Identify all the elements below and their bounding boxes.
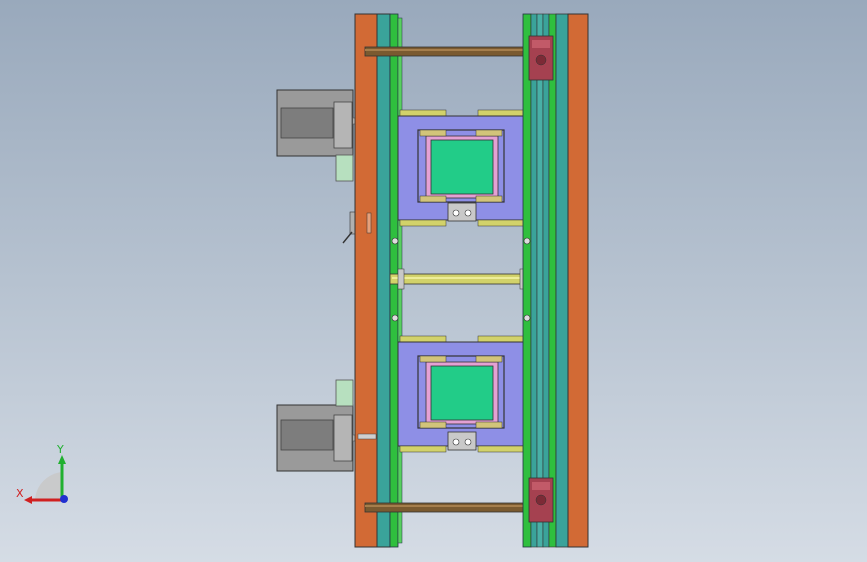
top-motor-bracket <box>335 154 354 182</box>
z-axis-dot <box>60 495 68 503</box>
left-teal-plate[interactable] <box>376 13 391 548</box>
right-teal-stack[interactable] <box>530 13 569 548</box>
lock-block-top[interactable] <box>528 35 554 81</box>
cavity-block-bottom[interactable] <box>397 335 527 453</box>
cavity-block-top[interactable] <box>397 109 527 227</box>
insert-top[interactable] <box>430 139 494 195</box>
coordinate-triad <box>24 455 68 504</box>
guide-pin-top[interactable] <box>364 46 534 57</box>
y-axis-label: Y <box>57 443 64 456</box>
right-green-plate[interactable] <box>522 13 532 548</box>
guide-pin-bottom[interactable] <box>364 502 534 513</box>
right-clamp-plate[interactable] <box>567 13 589 548</box>
insert-bottom[interactable] <box>430 365 494 421</box>
cad-viewport[interactable]: Y X <box>0 0 867 562</box>
lock-block-bottom[interactable] <box>528 477 554 523</box>
lever-handle[interactable] <box>342 211 356 244</box>
left-clamp-plate[interactable] <box>354 13 391 548</box>
mold-assembly-model[interactable] <box>0 0 867 562</box>
x-axis-label: X <box>16 487 24 500</box>
bottom-motor-bracket <box>335 379 354 407</box>
